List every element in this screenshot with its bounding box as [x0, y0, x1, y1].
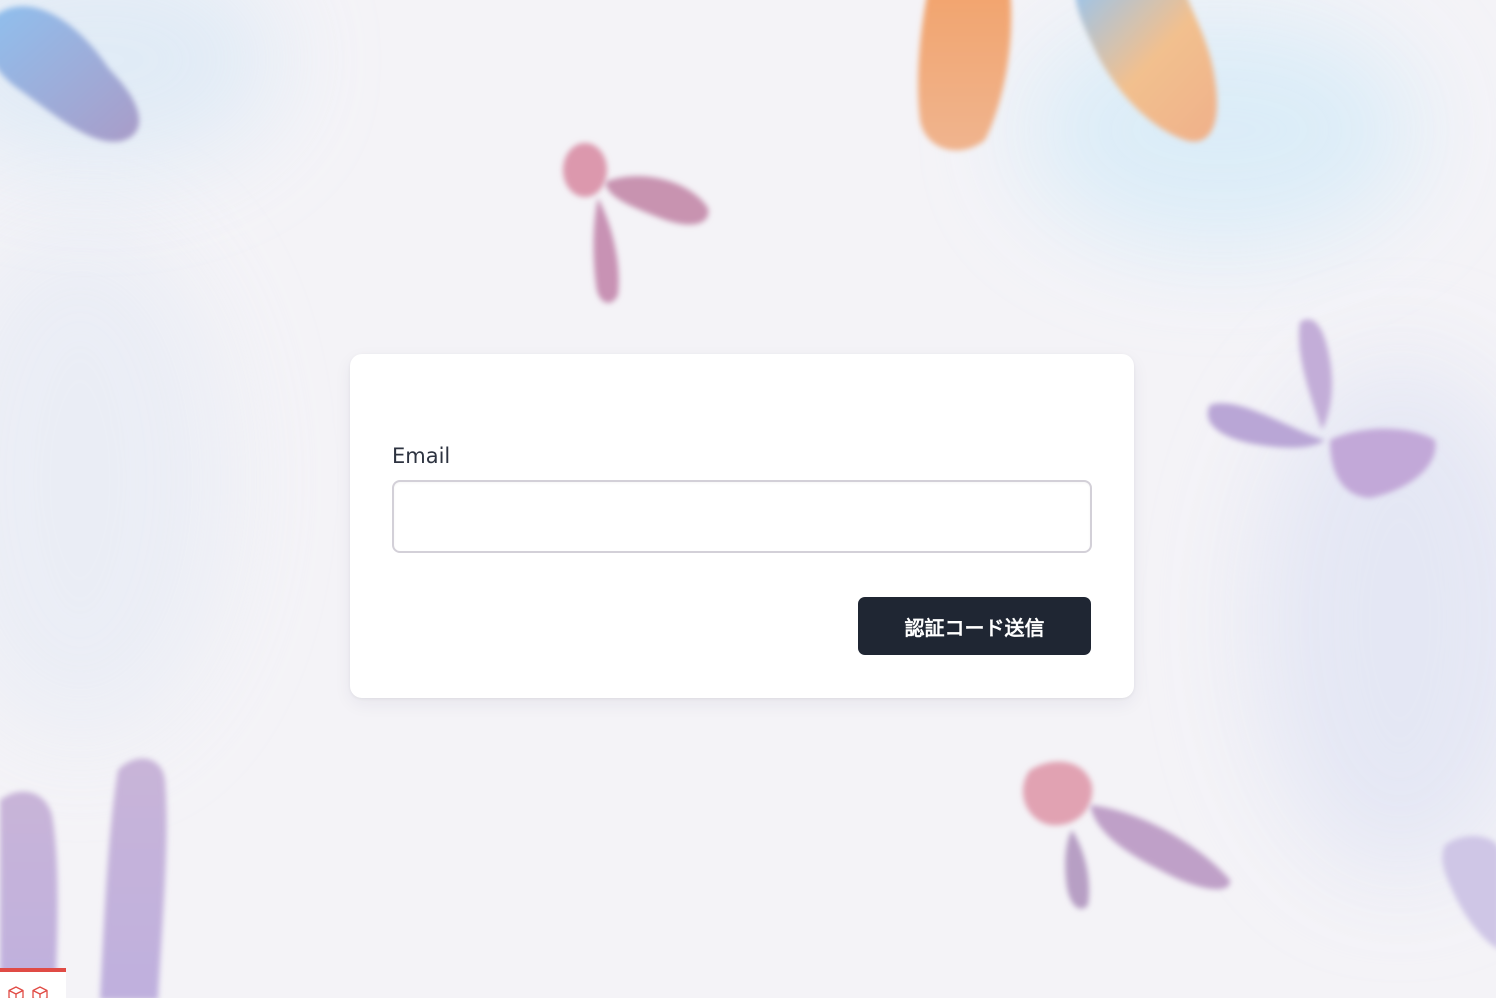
email-label: Email: [392, 444, 451, 468]
corner-widget[interactable]: [0, 968, 66, 998]
cube-icon: [8, 986, 24, 998]
send-verification-code-button[interactable]: 認証コード送信: [858, 597, 1091, 655]
login-card: Email 認証コード送信: [350, 354, 1134, 698]
email-input[interactable]: [392, 480, 1092, 553]
cube-icon: [32, 986, 48, 998]
